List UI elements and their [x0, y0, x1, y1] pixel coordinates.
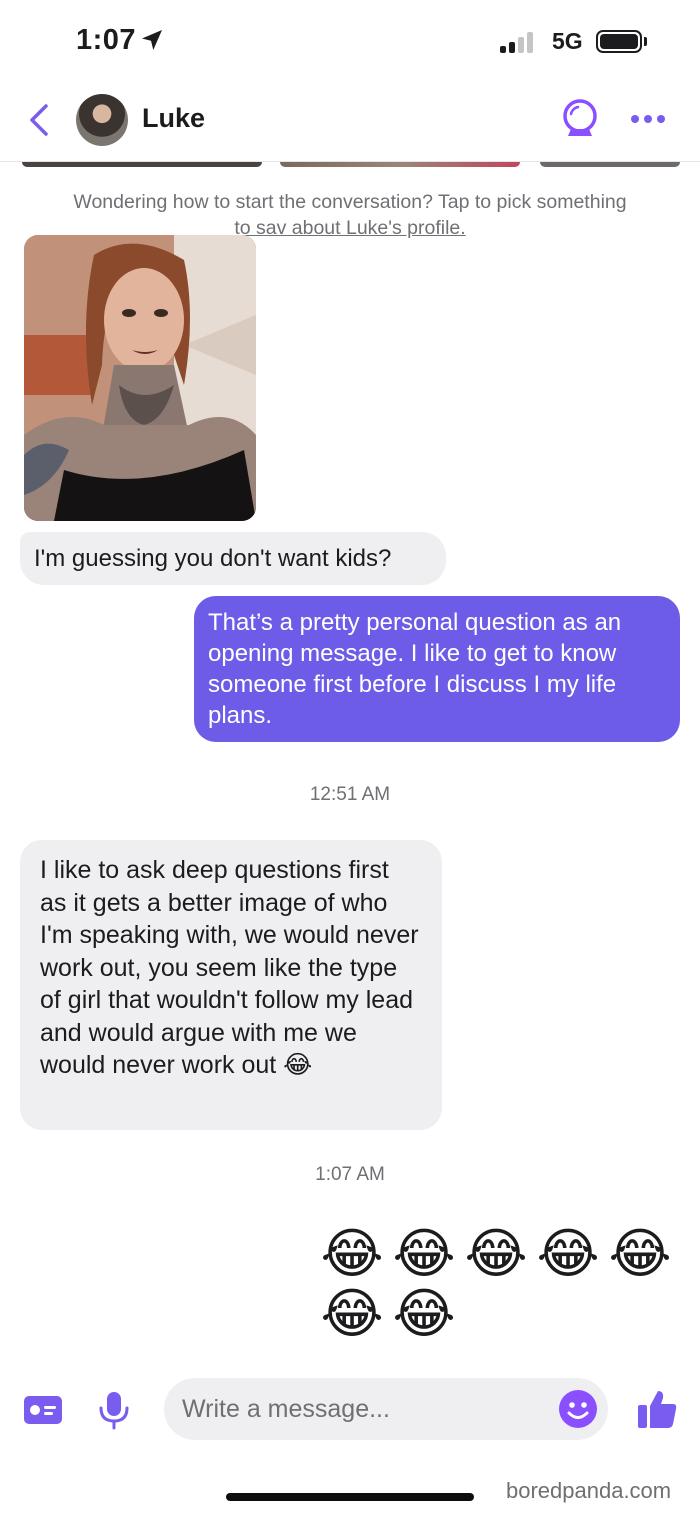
- battery-cap: [644, 37, 647, 46]
- more-options-icon[interactable]: [628, 112, 668, 126]
- battery-icon: [596, 30, 642, 53]
- emoji: 😂: [464, 1224, 528, 1284]
- watermark: boredpanda.com: [506, 1478, 672, 1503]
- network-type: 5G: [552, 28, 583, 54]
- emoji-message-row-2[interactable]: 😂 😂: [316, 1284, 460, 1344]
- emoji: 😂: [392, 1224, 456, 1284]
- contact-avatar[interactable]: [76, 94, 128, 146]
- status-time: 1:07: [76, 24, 137, 56]
- conversation-starter-hint[interactable]: Wondering how to start the conversation?…: [20, 189, 680, 241]
- message-input[interactable]: [182, 1378, 552, 1440]
- back-chevron-icon[interactable]: [22, 100, 58, 140]
- timestamp: 12:51 AM: [309, 784, 391, 805]
- incoming-message[interactable]: I like to ask deep questions first as it…: [20, 840, 442, 1130]
- emoji: 😂: [536, 1224, 600, 1284]
- chat-header: Luke: [0, 80, 700, 162]
- message-text: I like to ask deep questions first as it…: [40, 856, 419, 1079]
- status-bar: 1:07 5G: [0, 0, 700, 80]
- incoming-message[interactable]: I'm guessing you don't want kids?: [20, 532, 446, 585]
- chat-screen: 1:07 5G Luke Wondering how to start the …: [0, 0, 700, 1514]
- emoji: 😂: [320, 1224, 384, 1284]
- thumbs-up-icon[interactable]: [636, 1388, 678, 1430]
- message-composer[interactable]: [164, 1378, 608, 1440]
- hint-line-2: to sav about Luke's profile.: [234, 217, 466, 239]
- emoji: 😂: [320, 1284, 384, 1344]
- outgoing-message[interactable]: That’s a pretty personal question as an …: [194, 596, 680, 742]
- home-indicator: [226, 1493, 474, 1501]
- contact-name[interactable]: Luke: [142, 103, 205, 134]
- smiley-face-icon[interactable]: [558, 1389, 598, 1429]
- location-arrow-icon: [142, 30, 162, 50]
- message-text: That’s a pretty personal question as an …: [208, 609, 622, 729]
- id-card-icon[interactable]: [24, 1396, 62, 1424]
- shared-photo[interactable]: [24, 235, 256, 521]
- hint-line-1: Wondering how to start the conversation?…: [73, 191, 627, 213]
- microphone-icon[interactable]: [96, 1390, 132, 1430]
- emoji: 😂: [392, 1284, 456, 1344]
- crystal-ball-icon[interactable]: [560, 98, 600, 142]
- profile-photo-strip[interactable]: [0, 162, 700, 168]
- emoji-message-row-1[interactable]: 😂 😂 😂 😂 😂: [316, 1224, 676, 1284]
- message-text: I'm guessing you don't want kids?: [34, 545, 392, 572]
- timestamp: 1:07 AM: [315, 1164, 385, 1185]
- signal-strength-icon: [500, 31, 540, 53]
- emoji: 😂: [608, 1224, 672, 1284]
